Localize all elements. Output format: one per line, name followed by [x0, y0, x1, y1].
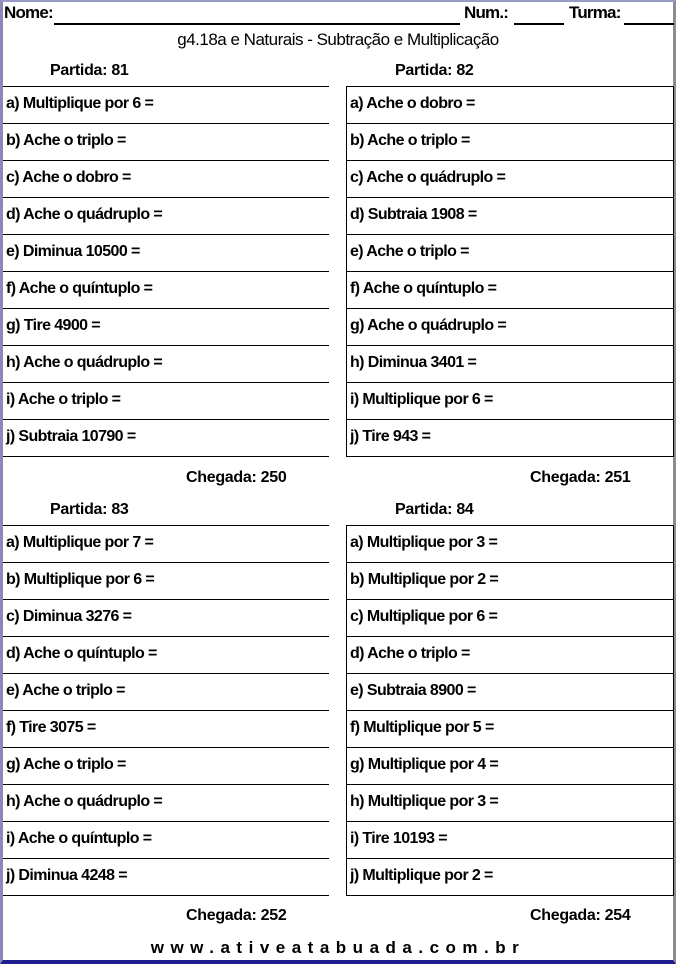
exercise-row[interactable]: a) Multiplique por 7 =	[3, 526, 329, 563]
exercise-row[interactable]: c) Diminua 3276 =	[3, 600, 329, 637]
exercise-row[interactable]: f) Ache o quíntuplo =	[3, 272, 329, 309]
num-field[interactable]	[514, 23, 564, 25]
turma-field[interactable]	[624, 23, 674, 25]
exercise-row[interactable]: d) Ache o quíntuplo =	[3, 637, 329, 674]
exercise-row[interactable]: b) Ache o triplo =	[347, 124, 673, 161]
exercise-row[interactable]: a) Multiplique por 6 =	[3, 87, 329, 124]
turma-label: Turma:	[569, 3, 621, 22]
name-label: Nome:	[4, 3, 54, 22]
website-footer-link[interactable]: www.ativeatabuada.com.br	[0, 938, 676, 958]
exercise-list: a) Multiplique por 7 = b) Multiplique po…	[3, 525, 329, 896]
chegada-label: Chegada: 251	[530, 469, 631, 486]
exercise-row[interactable]: c) Ache o dobro =	[3, 161, 329, 198]
exercise-row[interactable]: g) Tire 4900 =	[3, 309, 329, 346]
exercise-row[interactable]: e) Diminua 10500 =	[3, 235, 329, 272]
exercise-row[interactable]: b) Multiplique por 6 =	[3, 563, 329, 600]
exercise-list: a) Multiplique por 3 = b) Multiplique po…	[346, 525, 674, 896]
exercise-row[interactable]: e) Subtraia 8900 =	[347, 674, 673, 711]
exercise-row[interactable]: c) Ache o quádruplo =	[347, 161, 673, 198]
exercise-row[interactable]: e) Ache o triplo =	[3, 674, 329, 711]
exercise-row[interactable]: i) Ache o quíntuplo =	[3, 822, 329, 859]
exercise-row[interactable]: a) Multiplique por 3 =	[347, 526, 673, 563]
exercise-row[interactable]: c) Multiplique por 6 =	[347, 600, 673, 637]
partida-label: Partida: 81	[50, 62, 129, 79]
exercise-list: a) Multiplique por 6 = b) Ache o triplo …	[3, 86, 329, 457]
chegada-label: Chegada: 250	[186, 469, 287, 486]
exercise-row[interactable]: j) Multiplique por 2 =	[347, 859, 673, 896]
student-header: Nome: Num.: Turma:	[4, 3, 674, 25]
exercise-row[interactable]: d) Ache o quádruplo =	[3, 198, 329, 235]
exercise-row[interactable]: j) Tire 943 =	[347, 420, 673, 457]
exercise-list: a) Ache o dobro = b) Ache o triplo = c) …	[346, 86, 674, 457]
exercise-row[interactable]: h) Multiplique por 3 =	[347, 785, 673, 822]
worksheet-title: g4.18a e Naturais - Subtração e Multipli…	[177, 30, 499, 49]
exercise-row[interactable]: j) Diminua 4248 =	[3, 859, 329, 896]
exercise-row[interactable]: h) Ache o quádruplo =	[3, 785, 329, 822]
exercise-row[interactable]: b) Multiplique por 2 =	[347, 563, 673, 600]
exercise-row[interactable]: d) Ache o triplo =	[347, 637, 673, 674]
name-field[interactable]	[54, 23, 460, 25]
num-label: Num.:	[464, 3, 509, 22]
exercise-row[interactable]: i) Multiplique por 6 =	[347, 383, 673, 420]
exercise-row[interactable]: j) Subtraia 10790 =	[3, 420, 329, 457]
exercise-row[interactable]: i) Tire 10193 =	[347, 822, 673, 859]
exercise-row[interactable]: d) Subtraia 1908 =	[347, 198, 673, 235]
exercise-row[interactable]: f) Multiplique por 5 =	[347, 711, 673, 748]
chegada-label: Chegada: 254	[530, 907, 631, 924]
exercise-row[interactable]: b) Ache o triplo =	[3, 124, 329, 161]
exercise-row[interactable]: g) Ache o triplo =	[3, 748, 329, 785]
exercise-row[interactable]: h) Diminua 3401 =	[347, 346, 673, 383]
exercise-row[interactable]: g) Multiplique por 4 =	[347, 748, 673, 785]
exercise-row[interactable]: f) Tire 3075 =	[3, 711, 329, 748]
exercise-row[interactable]: h) Ache o quádruplo =	[3, 346, 329, 383]
chegada-label: Chegada: 252	[186, 907, 287, 924]
partida-label: Partida: 82	[395, 62, 474, 79]
exercise-row[interactable]: f) Ache o quíntuplo =	[347, 272, 673, 309]
exercise-row[interactable]: g) Ache o quádruplo =	[347, 309, 673, 346]
exercise-row[interactable]: a) Ache o dobro =	[347, 87, 673, 124]
exercise-row[interactable]: i) Ache o triplo =	[3, 383, 329, 420]
partida-label: Partida: 84	[395, 501, 474, 518]
partida-label: Partida: 83	[50, 501, 129, 518]
exercise-row[interactable]: e) Ache o triplo =	[347, 235, 673, 272]
